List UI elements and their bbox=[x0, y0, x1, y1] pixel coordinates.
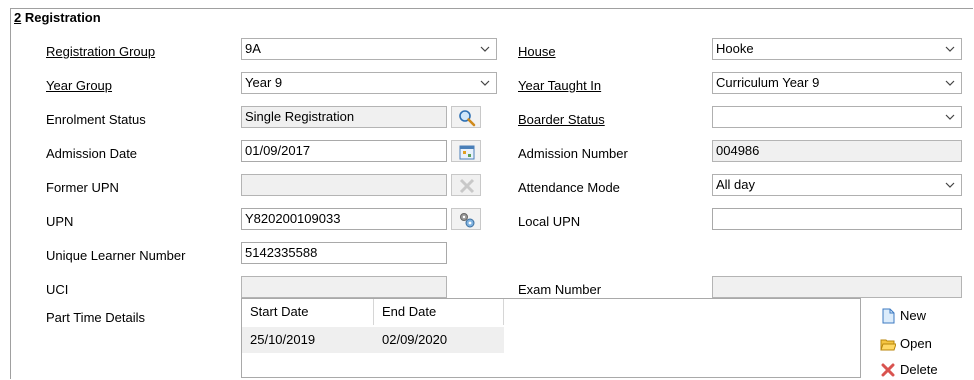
exam-number-label: Exam Number bbox=[518, 282, 602, 297]
chevron-down-icon bbox=[480, 46, 490, 52]
calendar-icon bbox=[459, 145, 475, 160]
former-upn-field bbox=[241, 174, 447, 196]
upn-input[interactable]: Y820200109033 bbox=[241, 208, 447, 230]
boarder-status-label[interactable]: Boarder Status bbox=[518, 112, 605, 127]
new-document-icon bbox=[882, 308, 895, 324]
upn-label: UPN bbox=[46, 214, 74, 229]
attendance-mode-label: Attendance Mode bbox=[518, 180, 620, 195]
end-date-cell: 02/09/2020 bbox=[382, 332, 448, 347]
year-taught-in-select[interactable]: Curriculum Year 9 bbox=[712, 72, 962, 94]
boarder-status-select[interactable] bbox=[712, 106, 962, 128]
part-time-grid[interactable]: Start Date End Date 25/10/2019 02/09/202… bbox=[241, 298, 861, 378]
enrolment-status-label: Enrolment Status bbox=[46, 112, 146, 127]
year-taught-in-label[interactable]: Year Taught In bbox=[518, 78, 601, 93]
gear-icon bbox=[460, 213, 475, 228]
column-header-start-date[interactable]: Start Date bbox=[242, 299, 374, 325]
exam-number-field bbox=[712, 276, 962, 298]
uln-label: Unique Learner Number bbox=[46, 248, 186, 263]
registration-group-label[interactable]: Registration Group bbox=[46, 44, 155, 59]
enrolment-search-button[interactable] bbox=[451, 106, 481, 128]
start-date-cell: 25/10/2019 bbox=[250, 332, 316, 347]
chevron-down-icon bbox=[480, 80, 490, 86]
admission-date-input[interactable]: 01/09/2017 bbox=[241, 140, 447, 162]
admission-number-label: Admission Number bbox=[518, 146, 628, 161]
part-time-details-label: Part Time Details bbox=[46, 310, 145, 325]
uci-field bbox=[241, 276, 447, 298]
house-select[interactable]: Hooke bbox=[712, 38, 962, 60]
column-header-end-date[interactable]: End Date bbox=[374, 299, 504, 325]
section-title: 2 Registration bbox=[14, 10, 101, 25]
table-row[interactable]: 25/10/2019 02/09/2020 bbox=[242, 327, 504, 353]
former-upn-clear-button[interactable] bbox=[451, 174, 481, 196]
magnifier-icon bbox=[459, 110, 476, 127]
uci-label: UCI bbox=[46, 282, 69, 297]
calendar-button[interactable] bbox=[451, 140, 481, 162]
year-group-label[interactable]: Year Group bbox=[46, 78, 112, 93]
chevron-down-icon bbox=[945, 182, 955, 188]
year-group-select[interactable]: Year 9 bbox=[241, 72, 497, 94]
close-icon bbox=[459, 178, 475, 194]
chevron-down-icon bbox=[945, 46, 955, 52]
folder-icon bbox=[880, 339, 896, 351]
local-upn-label: Local UPN bbox=[518, 214, 581, 229]
registration-group-select[interactable]: 9A bbox=[241, 38, 497, 60]
former-upn-label: Former UPN bbox=[46, 180, 119, 195]
house-label[interactable]: House bbox=[518, 44, 556, 59]
uln-input[interactable]: 5142335588 bbox=[241, 242, 447, 264]
local-upn-input[interactable] bbox=[712, 208, 962, 230]
chevron-down-icon bbox=[945, 80, 955, 86]
attendance-mode-select[interactable]: All day bbox=[712, 174, 962, 196]
admission-number-field: 004986 bbox=[712, 140, 962, 162]
upn-generate-button[interactable] bbox=[451, 208, 481, 230]
delete-icon bbox=[881, 363, 895, 377]
chevron-down-icon bbox=[945, 114, 955, 120]
admission-date-label: Admission Date bbox=[46, 146, 138, 161]
enrolment-status-field: Single Registration bbox=[241, 106, 447, 128]
